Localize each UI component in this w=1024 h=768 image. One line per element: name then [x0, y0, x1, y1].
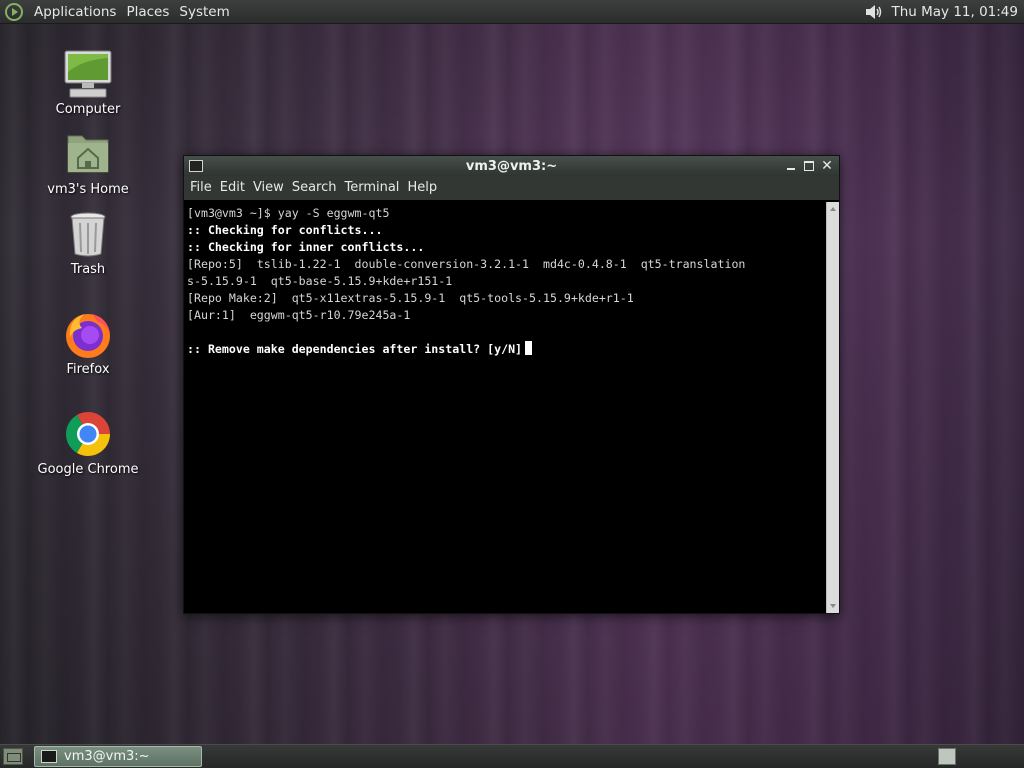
menu-edit[interactable]: Edit: [216, 176, 249, 200]
terminal-line: :: Remove make dependencies after instal…: [187, 341, 826, 358]
terminal-icon[interactable]: [189, 160, 203, 172]
desktop-icon-label: Firefox: [66, 362, 110, 377]
terminal-line-text: :: Checking for inner conflicts...: [187, 240, 425, 254]
trash-icon: [62, 208, 114, 260]
chrome-icon: [62, 408, 114, 460]
menu-terminal[interactable]: Terminal: [340, 176, 403, 200]
terminal-line: [Repo Make:2] qt5-x11extras-5.15.9-1 qt5…: [187, 290, 826, 307]
menu-help[interactable]: Help: [403, 176, 441, 200]
menu-search[interactable]: Search: [288, 176, 341, 200]
desktop-icon-home[interactable]: vm3's Home: [33, 128, 143, 197]
terminal-line: [Aur:1] eggwm-qt5-r10.79e245a-1: [187, 307, 826, 324]
desktop-icon-trash[interactable]: Trash: [33, 208, 143, 277]
terminal-cursor: [525, 341, 533, 355]
menu-system[interactable]: System: [174, 0, 234, 24]
taskbar-button-label: vm3@vm3:~: [64, 749, 150, 764]
desktop-icon-computer[interactable]: Computer: [33, 48, 143, 117]
terminal-line: [Repo:5] tslib-1.22-1 double-conversion-…: [187, 256, 826, 273]
scroll-up-arrow-icon[interactable]: [827, 203, 839, 215]
scrollbar[interactable]: [826, 202, 839, 613]
workspace-switcher[interactable]: [938, 748, 956, 765]
window-title: vm3@vm3:~: [465, 158, 558, 174]
computer-icon: [62, 48, 114, 100]
terminal-line-text: [Aur:1] eggwm-qt5-r10.79e245a-1: [187, 308, 411, 322]
firefox-icon: [62, 308, 114, 360]
menu-file[interactable]: File: [186, 176, 216, 200]
desktop-icon-label: Trash: [70, 262, 106, 277]
terminal-line-text: :: Remove make dependencies after instal…: [187, 342, 523, 356]
desktop-icon-firefox[interactable]: Firefox: [33, 308, 143, 377]
desktop-icon-chrome[interactable]: Google Chrome: [33, 408, 143, 477]
terminal-window[interactable]: vm3@vm3:~ ✕ File Edit View Search Termin…: [183, 155, 840, 614]
volume-icon[interactable]: [863, 2, 885, 22]
terminal-line-text: :: Checking for conflicts...: [187, 223, 383, 237]
menu-places[interactable]: Places: [121, 0, 174, 24]
menu-applications[interactable]: Applications: [29, 0, 121, 24]
top-panel: Applications Places System Thu May 11, 0…: [0, 0, 1024, 24]
desktop-icon-label: Computer: [55, 102, 121, 117]
clock[interactable]: Thu May 11, 01:49: [891, 4, 1018, 20]
maximize-icon[interactable]: [803, 160, 815, 172]
terminal-line: :: Checking for inner conflicts...: [187, 239, 826, 256]
bottom-panel: vm3@vm3:~: [0, 744, 1024, 768]
terminal-output[interactable]: [vm3@vm3 ~]$ yay -S eggwm-qt5:: Checking…: [184, 202, 826, 613]
home-folder-icon: [62, 128, 114, 180]
terminal-icon: [41, 750, 57, 763]
window-menubar: File Edit View Search Terminal Help: [184, 176, 839, 200]
show-desktop-icon[interactable]: [3, 748, 23, 765]
desktop-icon-label: vm3's Home: [47, 182, 129, 197]
terminal-text: [vm3@vm3 ~]$ yay -S eggwm-qt5:: Checking…: [184, 202, 826, 358]
terminal-line-text: s-5.15.9-1 qt5-base-5.15.9+kde+r151-1: [187, 274, 453, 288]
terminal-line: [vm3@vm3 ~]$ yay -S eggwm-qt5: [187, 205, 826, 222]
terminal-line-text: [Repo:5] tslib-1.22-1 double-conversion-…: [187, 257, 746, 271]
terminal-line-text: [vm3@vm3 ~]$ yay -S eggwm-qt5: [187, 206, 390, 220]
minimize-icon[interactable]: [785, 160, 797, 172]
terminal-line: s-5.15.9-1 qt5-base-5.15.9+kde+r151-1: [187, 273, 826, 290]
terminal-line: :: Checking for conflicts...: [187, 222, 826, 239]
window-controls: ✕: [785, 159, 833, 173]
menu-view[interactable]: View: [249, 176, 288, 200]
close-icon[interactable]: ✕: [821, 159, 833, 173]
window-titlebar[interactable]: vm3@vm3:~ ✕: [184, 156, 839, 176]
taskbar-button-terminal[interactable]: vm3@vm3:~: [34, 746, 202, 767]
scroll-down-arrow-icon[interactable]: [827, 600, 839, 612]
distro-logo-icon[interactable]: [5, 2, 23, 21]
terminal-line-text: [Repo Make:2] qt5-x11extras-5.15.9-1 qt5…: [187, 291, 634, 305]
desktop-icon-label: Google Chrome: [37, 462, 139, 477]
